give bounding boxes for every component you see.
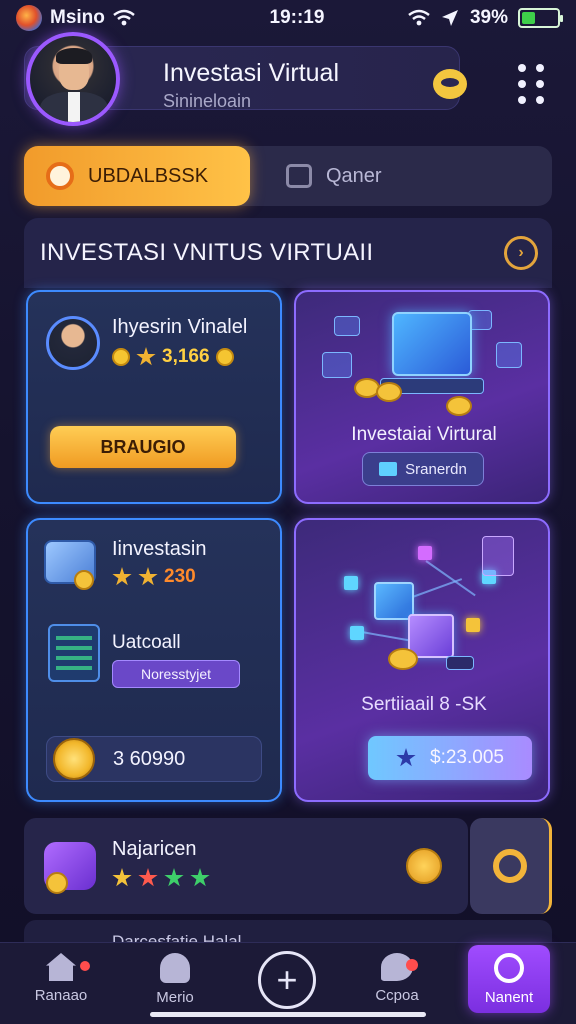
gem-row (112, 868, 210, 888)
nav-label: Ccpoa (375, 987, 419, 1004)
gem-icon (164, 868, 184, 887)
carrier-name: Msino (50, 7, 105, 28)
nav-label: Merio (156, 989, 194, 1006)
battery-percent: 39% (469, 7, 508, 28)
card-title: Ihyesrin Vinalel (112, 316, 248, 338)
coin-button[interactable] (406, 848, 442, 884)
notification-dot (80, 961, 90, 971)
location-arrow-icon (441, 10, 458, 26)
section-header: INVESTASI VNITUS VIRTUAII › (24, 218, 552, 288)
badge-icon (46, 162, 74, 190)
notification-dot (406, 959, 418, 971)
star-icon (138, 567, 158, 586)
coin-value: 3,166 (162, 346, 210, 367)
avatar (46, 316, 100, 370)
nav-item-home[interactable]: Ranaao (16, 953, 106, 1019)
tab-secondary-label: Qaner (326, 164, 382, 187)
avatar[interactable] (26, 32, 120, 126)
card-subtitle: Uatcoall (112, 632, 181, 653)
status-badge[interactable]: Noresstyjet (112, 660, 240, 688)
status-time: 19::19 (269, 7, 325, 28)
tab-primary[interactable]: UBDALBSSK (24, 146, 250, 206)
coin-icon (74, 570, 94, 590)
square-icon (286, 164, 312, 188)
home-indicator[interactable] (150, 1012, 426, 1017)
star-icon (112, 567, 132, 586)
coin-icon (112, 348, 130, 366)
card-network[interactable]: Sertiiaail 8 -SK $:23.005 (294, 518, 550, 802)
coin-value: 230 (164, 566, 196, 587)
battery-level (522, 12, 536, 24)
card-investment-summary[interactable]: Iinvestasin 230 Uatcoall Noresstyjet 3 6… (26, 518, 282, 802)
gem-icon (190, 868, 210, 887)
tab-secondary[interactable]: Qaner (250, 146, 382, 206)
plus-icon[interactable]: + (258, 951, 316, 1009)
card-label: Investaiai Virtural (351, 424, 497, 445)
card-action-button[interactable]: Sranerdn (362, 452, 484, 486)
section-title: INVESTASI VNITUS VIRTUAII (40, 239, 374, 266)
kebab-menu-icon[interactable] (512, 60, 550, 104)
star-icon (396, 748, 416, 767)
list-item[interactable]: Najaricen (24, 818, 468, 914)
card-label: Sertiiaail 8 -SK (361, 694, 487, 715)
nav-label: Ranaao (34, 987, 88, 1004)
wifi-icon (113, 9, 135, 26)
chart-icon (48, 624, 100, 682)
amount-value: 3 60990 (113, 747, 186, 770)
nav-item-market[interactable]: Merio (130, 953, 220, 1019)
card-value: $:23.005 (430, 747, 504, 768)
gem-icon (112, 868, 132, 887)
nav-item-chat[interactable]: Ccpoa (352, 953, 442, 1019)
card-virtual-investment[interactable]: Investaiai Virtural Sranerdn (294, 290, 550, 504)
search-icon (492, 849, 527, 883)
chat-bubble-icon[interactable] (433, 69, 467, 99)
coin-icon (215, 348, 234, 366)
gold-coin-icon (53, 738, 95, 780)
laptop-illustration-icon (296, 292, 552, 422)
card-action-button[interactable]: BRAUGIO (50, 426, 236, 468)
nav-label: Nanent (484, 988, 534, 1006)
wifi-icon (408, 9, 430, 26)
card-action-label: Sranerdn (405, 460, 467, 478)
status-bar: Msino 19::19 39% (0, 0, 576, 36)
chevron-right-icon[interactable]: › (504, 236, 538, 270)
star-icon (136, 347, 156, 366)
tab-primary-label: UBDALBSSK (88, 164, 209, 187)
market-icon (160, 953, 190, 983)
coin-balance: 230 (112, 566, 196, 588)
nav-item-profile[interactable]: Nanent (468, 945, 550, 1013)
wallet-icon (44, 842, 96, 894)
header: Investasi Virtual Sinineloain (0, 32, 576, 130)
gender-icon (494, 952, 524, 983)
card-value-button[interactable]: $:23.005 (368, 736, 532, 780)
battery-icon (518, 8, 563, 28)
card-title: Iinvestasin (112, 538, 207, 560)
home-icon (46, 953, 76, 981)
coin-balance: 3,166 (112, 346, 234, 368)
carrier-logo-icon (16, 5, 42, 31)
network-illustration-icon (296, 520, 552, 690)
page-subtitle: Sinineloain (163, 91, 252, 111)
amount-field[interactable]: 3 60990 (46, 736, 262, 782)
card-profile-investment[interactable]: Ihyesrin Vinalel 3,166 BRAUGIO (26, 290, 282, 504)
list-item-title: Najaricen (112, 838, 197, 860)
side-action-button[interactable] (470, 818, 552, 914)
page-title: Investasi Virtual (163, 59, 340, 87)
flag-icon (379, 462, 398, 476)
gem-icon (138, 868, 158, 887)
tab-bar: UBDALBSSK Qaner (24, 146, 552, 206)
